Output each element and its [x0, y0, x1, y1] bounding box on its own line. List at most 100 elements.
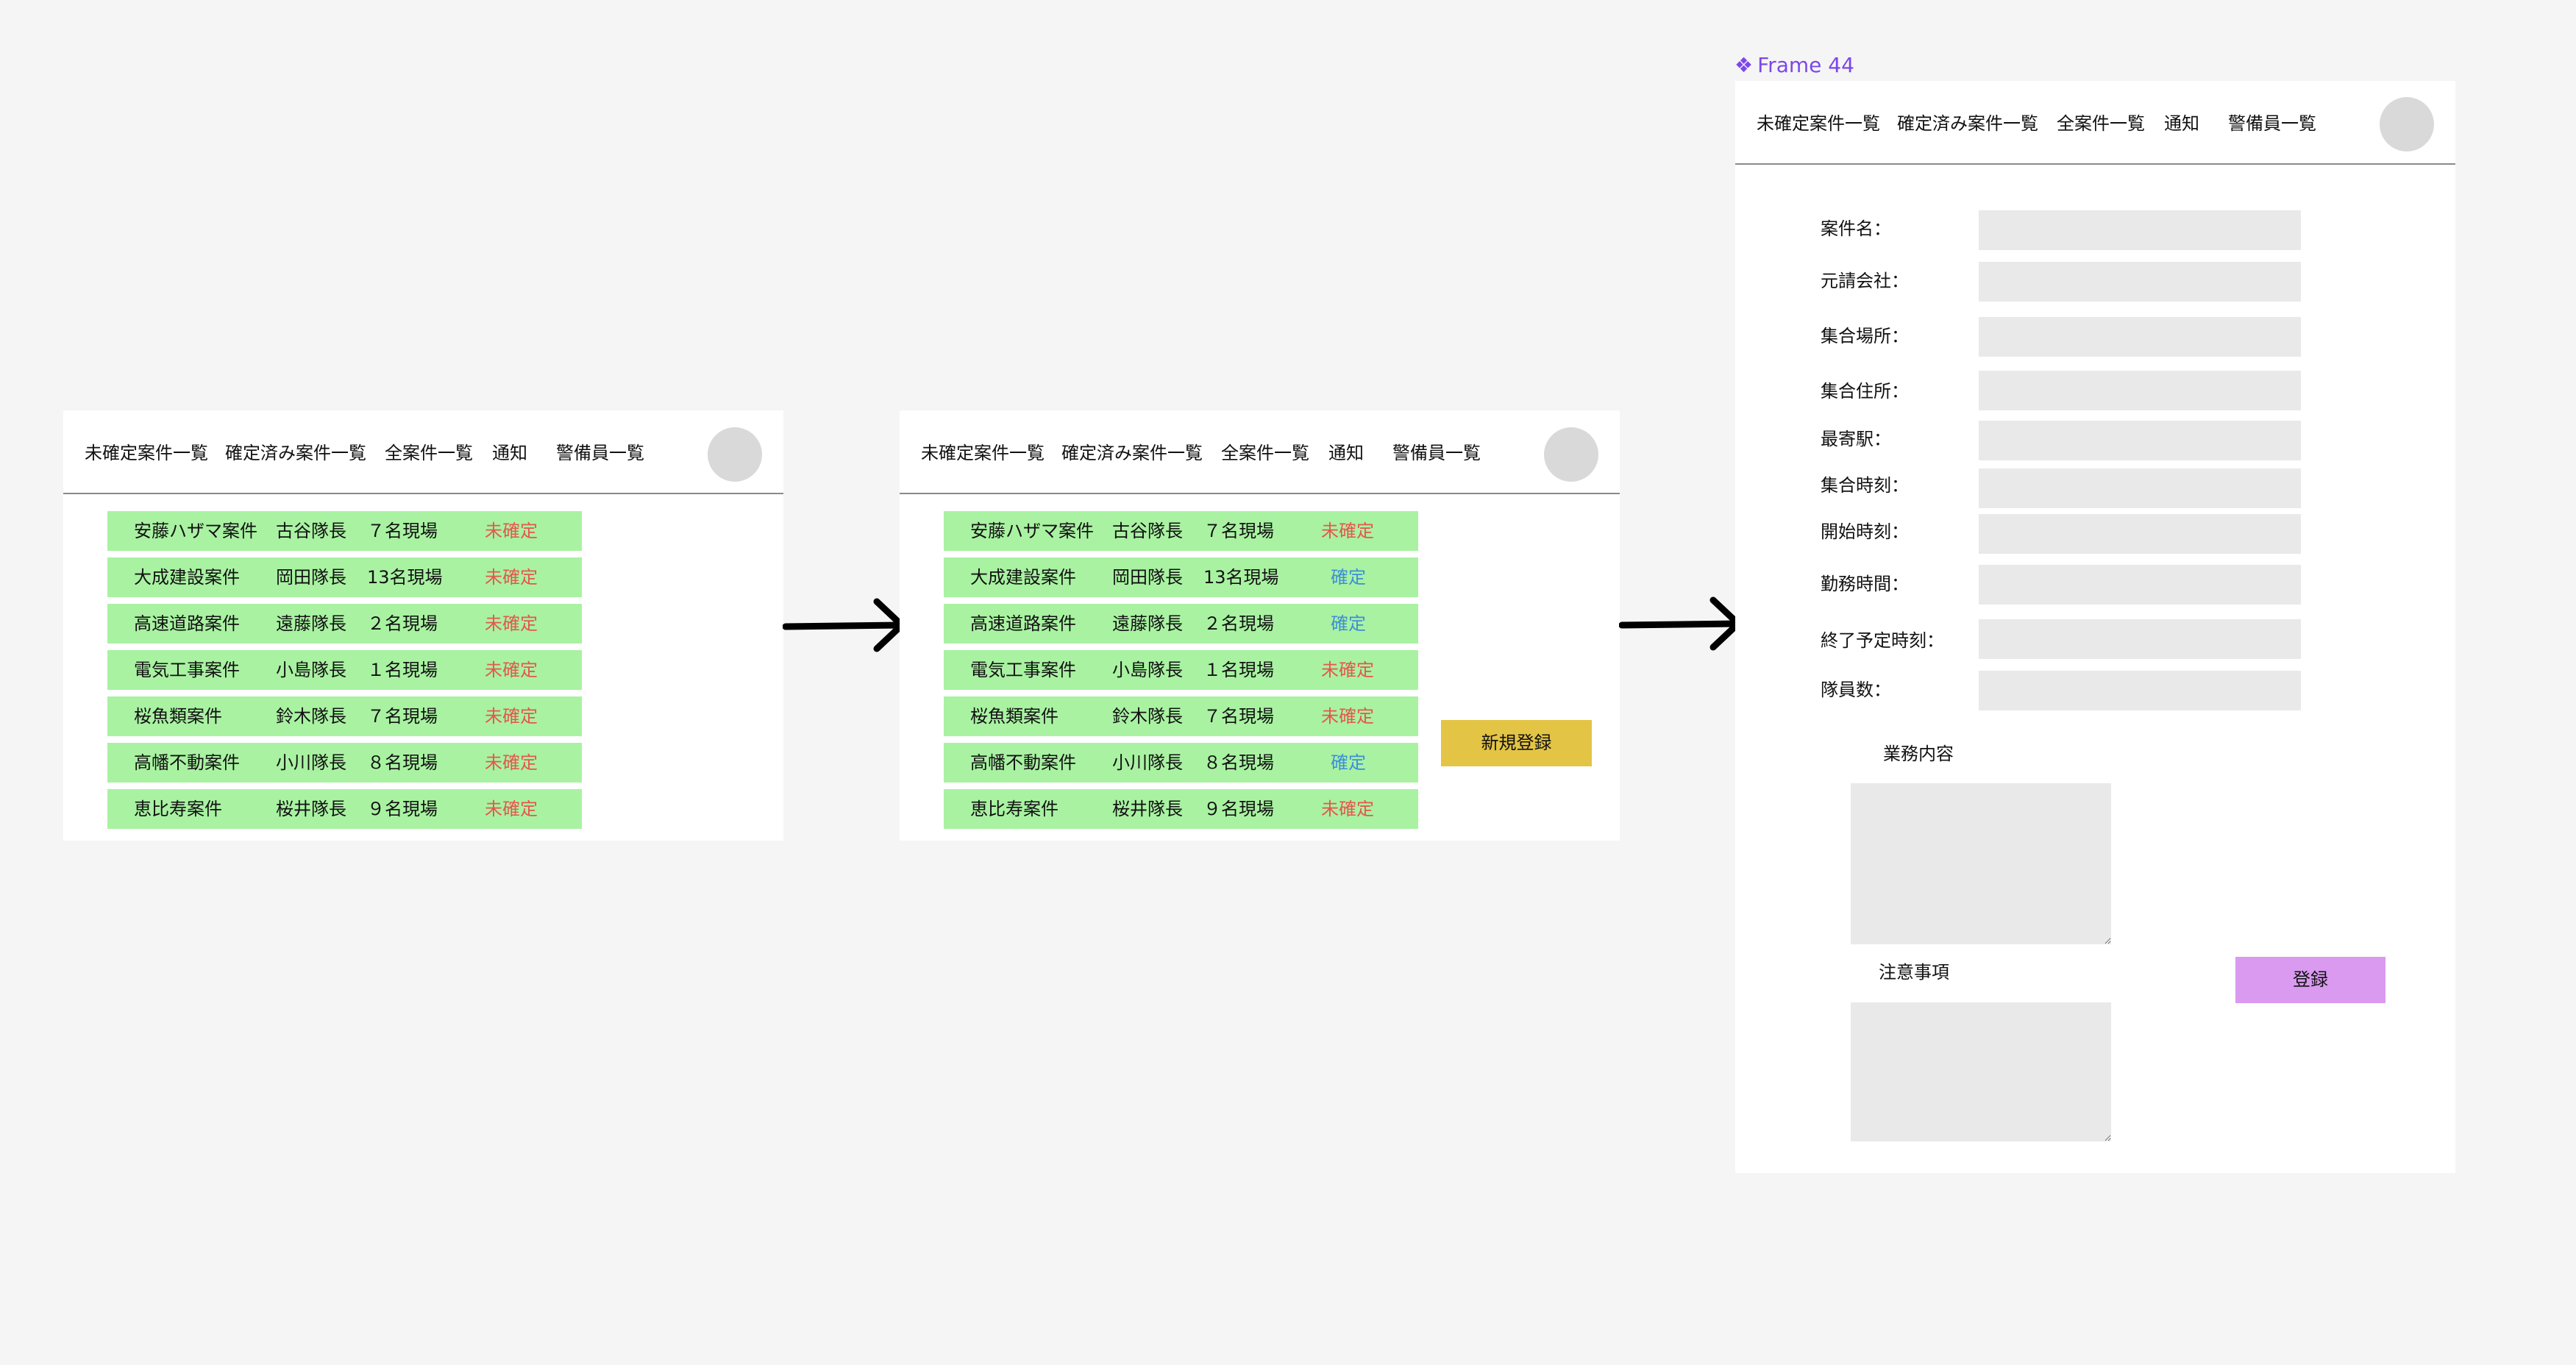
- meeting-address-input[interactable]: [1979, 371, 2301, 410]
- nav-all[interactable]: 全案件一覧: [1221, 442, 1309, 464]
- case-name: 桜魚類案件: [134, 706, 222, 727]
- case-row[interactable]: 安藤ハザマ案件 古谷隊長 ７名現場 未確定: [944, 511, 1418, 551]
- nav-all[interactable]: 全案件一覧: [385, 442, 473, 464]
- case-leader: 遠藤隊長: [276, 613, 346, 634]
- case-name: 電気工事案件: [970, 660, 1076, 680]
- avatar[interactable]: [708, 427, 762, 482]
- case-leader: 小川隊長: [1112, 752, 1183, 773]
- case-status: 未確定: [485, 613, 538, 634]
- field-label-meeting-place: 集合場所：: [1821, 326, 1909, 346]
- nearest-station-input[interactable]: [1979, 421, 2301, 460]
- case-row[interactable]: 大成建設案件 岡田隊長 13名現場 未確定: [107, 557, 582, 597]
- case-row[interactable]: 電気工事案件 小島隊長 １名現場 未確定: [107, 650, 582, 690]
- case-row[interactable]: 安藤ハザマ案件 古谷隊長 ７名現場 未確定: [107, 511, 582, 551]
- case-leader: 鈴木隊長: [1112, 706, 1183, 727]
- case-count: １名現場: [367, 660, 438, 680]
- case-status: 未確定: [1321, 660, 1374, 680]
- case-row[interactable]: 高速道路案件 遠藤隊長 ２名現場 確定: [944, 604, 1418, 644]
- nav-notifications[interactable]: 通知: [1328, 442, 1364, 464]
- nav-unconfirmed[interactable]: 未確定案件一覧: [1757, 113, 1880, 135]
- case-count: ７名現場: [367, 706, 438, 727]
- case-status: 未確定: [1321, 799, 1374, 819]
- work-content-textarea[interactable]: [1851, 783, 2111, 944]
- case-row[interactable]: 高幡不動案件 小川隊長 ８名現場 未確定: [107, 743, 582, 783]
- notes-label: 注意事項: [1879, 962, 1949, 983]
- case-row[interactable]: 高速道路案件 遠藤隊長 ２名現場 未確定: [107, 604, 582, 644]
- top-nav: 未確定案件一覧 確定済み案件一覧 全案件一覧 通知 警備員一覧: [900, 410, 1620, 494]
- case-list: 安藤ハザマ案件 古谷隊長 ７名現場 未確定 大成建設案件 岡田隊長 13名現場 …: [107, 511, 582, 835]
- case-status: 未確定: [1321, 706, 1374, 727]
- case-name: 高速道路案件: [134, 613, 240, 634]
- nav-guards[interactable]: 警備員一覧: [1392, 442, 1481, 464]
- work-hours-input[interactable]: [1979, 565, 2301, 605]
- frame-label-text: Frame 44: [1757, 53, 1854, 77]
- case-name: 電気工事案件: [134, 660, 240, 680]
- case-status: 未確定: [1321, 521, 1374, 541]
- case-leader: 小川隊長: [276, 752, 346, 773]
- nav-guards[interactable]: 警備員一覧: [556, 442, 644, 464]
- notes-textarea[interactable]: [1851, 1002, 2111, 1141]
- end-time-input[interactable]: [1979, 619, 2301, 659]
- case-leader: 古谷隊長: [276, 521, 346, 541]
- case-name: 高幡不動案件: [134, 752, 240, 773]
- case-leader: 桜井隊長: [276, 799, 346, 819]
- case-leader: 鈴木隊長: [276, 706, 346, 727]
- register-button[interactable]: 登録: [2235, 957, 2385, 1003]
- case-status: 未確定: [485, 799, 538, 819]
- field-label-contractor: 元請会社：: [1821, 271, 1909, 291]
- nav-confirmed[interactable]: 確定済み案件一覧: [1897, 113, 2038, 135]
- nav-all[interactable]: 全案件一覧: [2057, 113, 2145, 135]
- case-name: 大成建設案件: [970, 567, 1076, 588]
- case-status: 未確定: [485, 706, 538, 727]
- new-registration-button[interactable]: 新規登録: [1441, 720, 1592, 766]
- work-content-label: 業務内容: [1883, 744, 1954, 764]
- avatar[interactable]: [1544, 427, 1598, 482]
- case-status: 未確定: [485, 752, 538, 773]
- case-count: ７名現場: [1203, 706, 1274, 727]
- flow-arrow-icon: [783, 598, 905, 652]
- meeting-time-input[interactable]: [1979, 468, 2301, 508]
- field-label-nearest-station: 最寄駅：: [1821, 429, 1891, 449]
- case-name: 桜魚類案件: [970, 706, 1058, 727]
- start-time-input[interactable]: [1979, 514, 2301, 554]
- top-nav: 未確定案件一覧 確定済み案件一覧 全案件一覧 通知 警備員一覧: [63, 410, 783, 494]
- case-leader: 遠藤隊長: [1112, 613, 1183, 634]
- nav-unconfirmed[interactable]: 未確定案件一覧: [85, 442, 208, 464]
- case-status: 未確定: [485, 660, 538, 680]
- nav-guards[interactable]: 警備員一覧: [2228, 113, 2316, 135]
- case-leader: 桜井隊長: [1112, 799, 1183, 819]
- case-row[interactable]: 恵比寿案件 桜井隊長 ９名現場 未確定: [107, 789, 582, 829]
- screen-new-case-form: 未確定案件一覧 確定済み案件一覧 全案件一覧 通知 警備員一覧 案件名： 元請会…: [1735, 81, 2455, 1173]
- flow-arrow-icon: [1619, 596, 1742, 651]
- nav-notifications[interactable]: 通知: [492, 442, 527, 464]
- case-status: 確定: [1331, 752, 1366, 773]
- frame-label[interactable]: ❖ Frame 44: [1734, 53, 1854, 77]
- avatar[interactable]: [2380, 97, 2434, 152]
- contractor-input[interactable]: [1979, 262, 2301, 302]
- case-row[interactable]: 恵比寿案件 桜井隊長 ９名現場 未確定: [944, 789, 1418, 829]
- meeting-place-input[interactable]: [1979, 317, 2301, 357]
- nav-notifications[interactable]: 通知: [2164, 113, 2199, 135]
- case-name: 恵比寿案件: [134, 799, 222, 819]
- field-label-meeting-address: 集合住所：: [1821, 381, 1909, 402]
- case-name: 大成建設案件: [134, 567, 240, 588]
- case-count: ９名現場: [1203, 799, 1274, 819]
- nav-unconfirmed[interactable]: 未確定案件一覧: [921, 442, 1045, 464]
- nav-confirmed[interactable]: 確定済み案件一覧: [225, 442, 366, 464]
- case-count: ９名現場: [367, 799, 438, 819]
- case-row[interactable]: 桜魚類案件 鈴木隊長 ７名現場 未確定: [944, 696, 1418, 736]
- top-nav: 未確定案件一覧 確定済み案件一覧 全案件一覧 通知 警備員一覧: [1735, 81, 2455, 165]
- case-count: ２名現場: [367, 613, 438, 634]
- case-name-input[interactable]: [1979, 210, 2301, 250]
- case-row[interactable]: 桜魚類案件 鈴木隊長 ７名現場 未確定: [107, 696, 582, 736]
- field-label-start-time: 開始時刻：: [1821, 521, 1909, 542]
- case-count: ８名現場: [1203, 752, 1274, 773]
- case-row[interactable]: 電気工事案件 小島隊長 １名現場 未確定: [944, 650, 1418, 690]
- case-row[interactable]: 大成建設案件 岡田隊長 13名現場 確定: [944, 557, 1418, 597]
- nav-confirmed[interactable]: 確定済み案件一覧: [1061, 442, 1203, 464]
- field-label-work-hours: 勤務時間：: [1821, 574, 1909, 594]
- member-count-input[interactable]: [1979, 671, 2301, 710]
- case-count: ７名現場: [367, 521, 438, 541]
- case-leader: 小島隊長: [1112, 660, 1183, 680]
- case-row[interactable]: 高幡不動案件 小川隊長 ８名現場 確定: [944, 743, 1418, 783]
